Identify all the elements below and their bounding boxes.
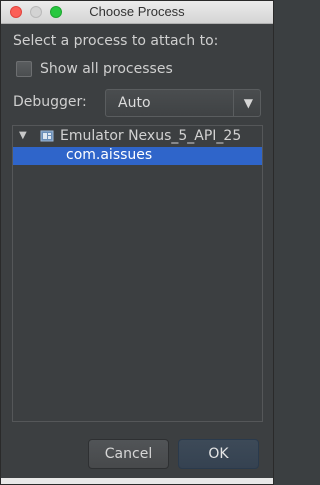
- device-name: Emulator Nexus_5_API_25: [60, 128, 242, 144]
- window-title: Choose Process: [89, 4, 185, 19]
- debugger-select[interactable]: Auto ▼: [105, 89, 261, 117]
- title-bar: Choose Process: [1, 1, 273, 24]
- debugger-label: Debugger:: [13, 94, 87, 110]
- background-strip: [1, 478, 273, 484]
- ok-button[interactable]: OK: [178, 439, 259, 469]
- process-tree[interactable]: ▼ Emulator Nexus_5_API_25 com.aissues: [12, 125, 263, 422]
- process-name: com.aissues: [66, 147, 153, 163]
- dropdown-arrow-icon[interactable]: ▼: [244, 96, 253, 110]
- tree-device-row[interactable]: ▼ Emulator Nexus_5_API_25: [13, 128, 262, 146]
- select-divider: [233, 90, 234, 116]
- process-row-selected[interactable]: com.aissues: [13, 147, 262, 165]
- choose-process-dialog: Choose Process Select a process to attac…: [0, 0, 274, 485]
- show-all-processes-label[interactable]: Show all processes: [40, 61, 173, 77]
- show-all-processes-option[interactable]: Show all processes: [16, 59, 173, 79]
- cancel-button[interactable]: Cancel: [88, 439, 169, 469]
- device-icon: [40, 130, 54, 142]
- show-all-processes-checkbox[interactable]: [16, 61, 32, 77]
- expand-toggle-icon[interactable]: ▼: [19, 130, 27, 141]
- debugger-select-value: Auto: [118, 95, 151, 111]
- prompt-label: Select a process to attach to:: [13, 33, 219, 49]
